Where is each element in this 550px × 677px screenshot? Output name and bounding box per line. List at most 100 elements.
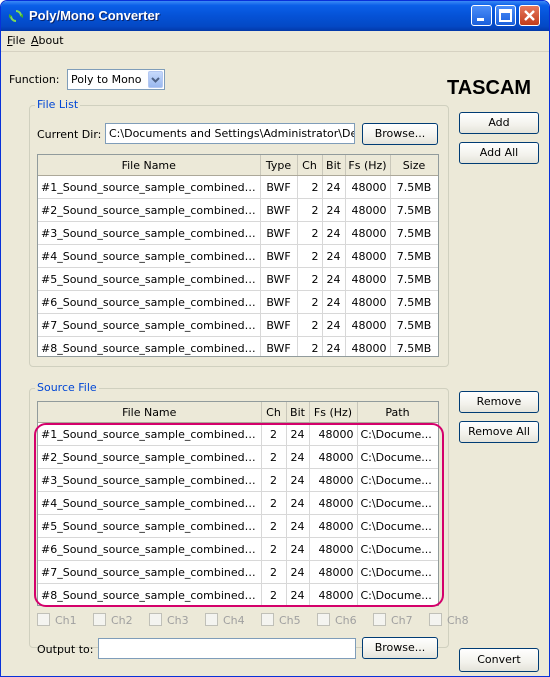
source-file-row[interactable]: #1_Sound_source_sample_combined.wav 2 24 48… [38,422,438,446]
menu-about-mnemonic: A [31,34,39,47]
maximize-button[interactable] [495,5,516,26]
bit-cell: 24 [322,290,346,314]
size-cell: 7.5MB [390,313,438,337]
file-list-row[interactable]: #5_Sound_source_sample_combined.w... BWF 2… [38,267,438,291]
col-src-fs[interactable]: Fs (Hz) [309,402,358,423]
maximize-icon [499,9,512,22]
function-select[interactable]: Poly to Mono [67,69,165,90]
fs-cell: 48000 [345,244,391,268]
source-file-table[interactable]: File Name Ch Bit Fs (Hz) Path #1_Sound_s… [37,401,439,606]
minimize-button[interactable] [471,5,492,26]
source-file-row[interactable]: #4_Sound_source_sample_combined.wav 2 24 48… [38,491,438,515]
col-src-file-name[interactable]: File Name [38,402,262,423]
add-all-button[interactable]: Add All [459,142,539,164]
menu-about[interactable]: About [31,34,64,47]
source-file-row[interactable]: #5_Sound_source_sample_combined.wav 2 24 48… [38,514,438,538]
fs-cell: 48000 [345,221,391,245]
file-list-table[interactable]: File Name Type Ch Bit Fs (Hz) Size #1_So… [37,154,439,357]
checkbox-box[interactable] [93,613,106,626]
src-bit-cell: 24 [286,514,310,538]
channel-checkbox-5[interactable]: Ch5 [261,613,301,627]
menu-file-label: ile [12,34,26,47]
file-list-row[interactable]: #8_Sound_source_sample_combined.w... BWF 2… [38,336,438,356]
convert-button[interactable]: Convert [459,648,539,672]
channel-checkbox-4[interactable]: Ch4 [205,613,245,627]
size-cell: 7.5MB [390,336,438,356]
remove-all-label: Remove All [468,425,530,438]
src-path-cell: C:\Docume... [357,583,438,605]
channel-checkbox-3[interactable]: Ch3 [149,613,189,627]
source-file-title: Source File [35,381,99,394]
remove-button[interactable]: Remove [459,391,539,413]
add-label: Add [488,116,510,129]
file-list-row[interactable]: #7_Sound_source_sample_combined.w... BWF 2… [38,313,438,337]
output-to-label: Output to: [37,643,94,656]
channel-checkbox-1[interactable]: Ch1 [37,613,77,627]
checkbox-box[interactable] [373,613,386,626]
source-file-header: File Name Ch Bit Fs (Hz) Path [38,402,438,423]
checkbox-box[interactable] [149,613,162,626]
checkbox-box[interactable] [261,613,274,626]
col-bit[interactable]: Bit [322,155,346,176]
channel-checkbox-7[interactable]: Ch7 [373,613,413,627]
col-src-path[interactable]: Path [357,402,438,423]
chevron-down-icon[interactable] [148,71,163,88]
file-name-cell: #2_Sound_source_sample_combined.w... [38,198,261,222]
window-title: Poly/Mono Converter [29,8,160,23]
add-button[interactable]: Add [459,112,539,134]
col-type[interactable]: Type [260,155,298,176]
bit-cell: 24 [322,313,346,337]
checkbox-box[interactable] [205,613,218,626]
source-file-row[interactable]: #6_Sound_source_sample_combined.wav 2 24 48… [38,537,438,561]
col-src-bit[interactable]: Bit [286,402,310,423]
bit-cell: 24 [322,221,346,245]
checkbox-box[interactable] [429,613,442,626]
channel-label: Ch6 [335,614,357,627]
src-path-cell: C:\Docume... [357,537,438,561]
src-bit-cell: 24 [286,468,310,492]
ch-cell: 2 [297,290,323,314]
src-path-cell: C:\Docume... [357,560,438,584]
source-file-row[interactable]: #2_Sound_source_sample_combined.wav 2 24 48… [38,445,438,469]
file-name-cell: #7_Sound_source_sample_combined.w... [38,313,261,337]
menu-file[interactable]: File [7,34,25,47]
src-ch-cell: 2 [261,514,287,538]
bit-cell: 24 [322,267,346,291]
menu-about-label: bout [38,34,64,47]
file-list-row[interactable]: #6_Sound_source_sample_combined.w... BWF 2… [38,290,438,314]
browse-output-button[interactable]: Browse... [362,637,438,659]
col-src-ch[interactable]: Ch [261,402,287,423]
checkbox-box[interactable] [317,613,330,626]
col-ch[interactable]: Ch [297,155,323,176]
channel-checkbox-8[interactable]: Ch8 [429,613,469,627]
file-list-row[interactable]: #3_Sound_source_sample_combined.w... BWF 2… [38,221,438,245]
src-file-name-cell: #1_Sound_source_sample_combined.wav [38,422,262,446]
file-list-row[interactable]: #1_Sound_source_sample_combined.w... BWF 2… [38,175,438,199]
refresh-arrows-icon [9,10,23,22]
source-file-row[interactable]: #7_Sound_source_sample_combined.wav 2 24 48… [38,560,438,584]
output-path-input[interactable] [98,638,356,659]
src-ch-cell: 2 [261,583,287,605]
col-fs[interactable]: Fs (Hz) [345,155,391,176]
checkbox-box[interactable] [37,613,50,626]
current-dir-input[interactable]: C:\Documents and Settings\Administrator\… [105,123,355,144]
src-fs-cell: 48000 [309,491,358,515]
src-ch-cell: 2 [261,445,287,469]
ch-cell: 2 [297,336,323,356]
function-select-value: Poly to Mono [71,73,142,86]
col-size[interactable]: Size [390,155,438,176]
source-file-row[interactable]: #3_Sound_source_sample_combined.wav 2 24 48… [38,468,438,492]
channel-checkbox-6[interactable]: Ch6 [317,613,357,627]
src-fs-cell: 48000 [309,422,358,446]
title-bar[interactable]: Poly/Mono Converter [1,1,549,31]
type-cell: BWF [260,313,298,337]
file-name-cell: #1_Sound_source_sample_combined.w... [38,175,261,199]
close-button[interactable] [519,5,540,26]
file-list-row[interactable]: #4_Sound_source_sample_combined.w... BWF 2… [38,244,438,268]
file-list-row[interactable]: #2_Sound_source_sample_combined.w... BWF 2… [38,198,438,222]
browse-dir-button[interactable]: Browse... [362,123,438,145]
channel-checkbox-2[interactable]: Ch2 [93,613,133,627]
remove-all-button[interactable]: Remove All [459,421,539,443]
col-file-name[interactable]: File Name [38,155,261,176]
source-file-row[interactable]: #8_Sound_source_sample_combined.wav 2 24 48… [38,583,438,605]
